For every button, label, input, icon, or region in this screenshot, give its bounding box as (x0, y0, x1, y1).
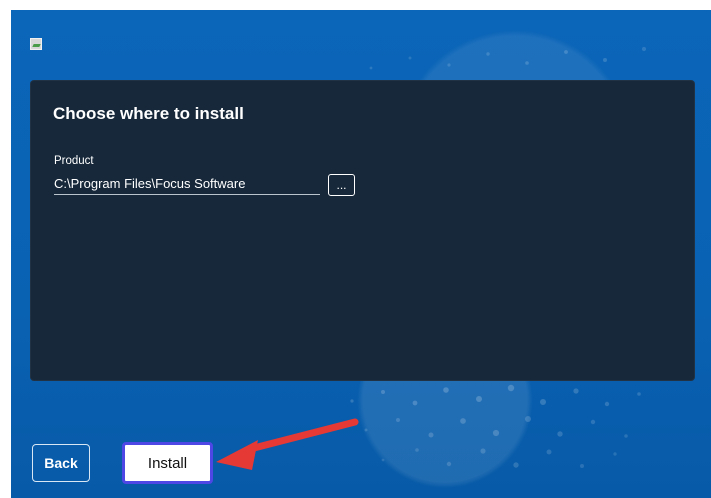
installer-window: Choose where to install Product ... Back… (11, 10, 711, 498)
page-title: Choose where to install (53, 104, 244, 123)
install-button[interactable]: Install (122, 442, 213, 484)
back-button[interactable]: Back (32, 444, 90, 482)
red-arrow-icon (216, 418, 359, 470)
product-label: Product (54, 155, 94, 167)
broken-image-icon (30, 38, 42, 50)
install-path-input[interactable] (54, 172, 320, 195)
browse-button[interactable]: ... (328, 174, 355, 196)
install-location-panel: Choose where to install Product ... (30, 80, 695, 381)
